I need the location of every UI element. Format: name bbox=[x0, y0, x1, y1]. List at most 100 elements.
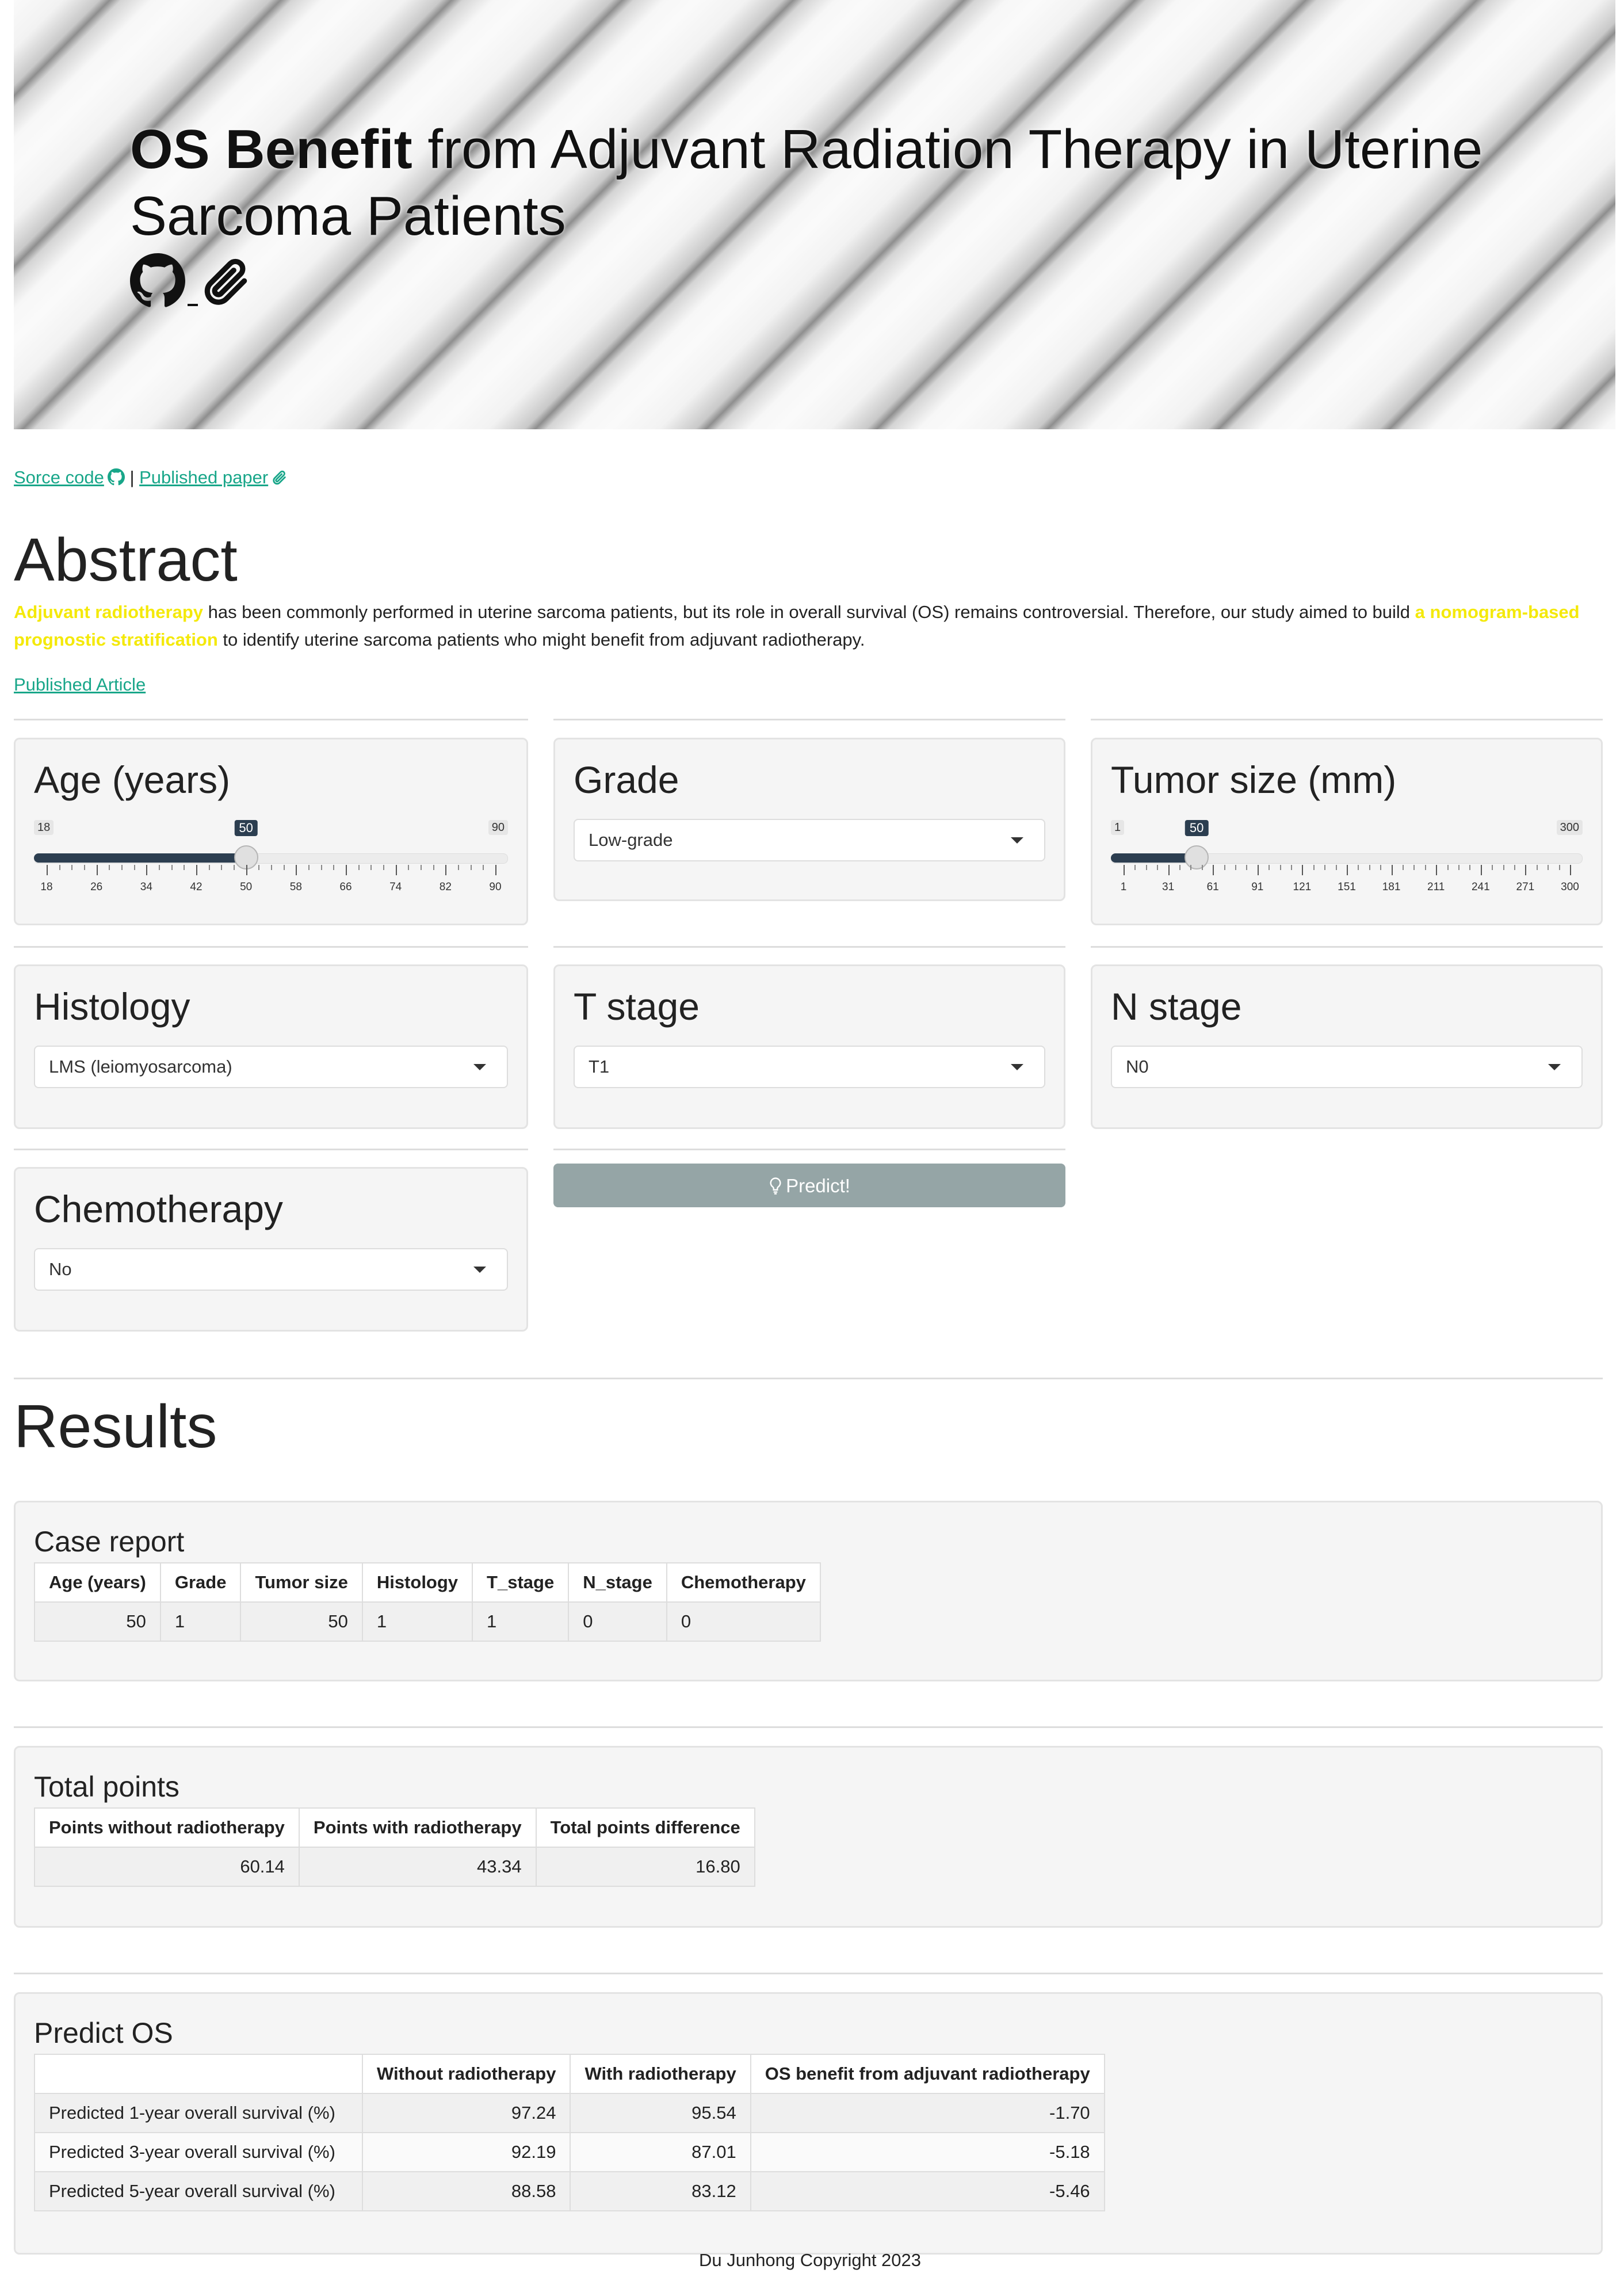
slider-minor-tick bbox=[1224, 865, 1225, 870]
grade-panel: Grade Low-grade bbox=[553, 738, 1065, 901]
slider-tick bbox=[96, 865, 98, 875]
slider-minor-tick bbox=[1558, 865, 1560, 870]
histology-select-value: LMS (leiomyosarcoma) bbox=[49, 1057, 232, 1077]
slider-minor-tick bbox=[1447, 865, 1449, 870]
slider-minor-tick bbox=[1157, 865, 1159, 870]
chevron-down-icon bbox=[1011, 1064, 1023, 1070]
t-stage-select[interactable]: T1 bbox=[574, 1046, 1045, 1088]
divider bbox=[553, 719, 1065, 720]
table-header: Chemotherapy bbox=[666, 1562, 821, 1603]
slider-minor-tick bbox=[1269, 865, 1270, 870]
source-links: Sorce code | Published paper bbox=[14, 467, 288, 490]
slider-minor-tick bbox=[133, 865, 135, 870]
slider-minor-tick bbox=[320, 865, 322, 870]
slider-tick-label: 241 bbox=[1471, 881, 1490, 893]
slider-minor-tick bbox=[308, 865, 310, 870]
slider-minor-tick bbox=[1313, 865, 1315, 870]
slider-fill bbox=[1111, 853, 1197, 863]
slider-minor-tick bbox=[258, 865, 260, 870]
slider-tick bbox=[196, 865, 197, 875]
slider-minor-tick bbox=[1335, 865, 1337, 870]
published-paper-link[interactable]: Published paper bbox=[139, 467, 268, 487]
t-stage-label: T stage bbox=[574, 985, 700, 1028]
footer-copyright: Du Junhong Copyright 2023 bbox=[698, 2250, 922, 2270]
slider-min-label: 1 bbox=[1111, 820, 1125, 835]
slider-minor-tick bbox=[1503, 865, 1504, 870]
slider-tick-label: 151 bbox=[1338, 881, 1356, 893]
slider-max-label: 90 bbox=[488, 820, 508, 835]
slider-tick-label: 271 bbox=[1516, 881, 1535, 893]
table-cell: 97.24 bbox=[361, 2093, 571, 2133]
n-stage-select[interactable]: N0 bbox=[1111, 1046, 1583, 1088]
paperclip-icon[interactable] bbox=[200, 255, 253, 308]
slider-handle[interactable] bbox=[1185, 845, 1209, 869]
slider-minor-tick bbox=[1179, 865, 1180, 870]
link-separator: | bbox=[124, 467, 140, 487]
grade-select[interactable]: Low-grade bbox=[574, 819, 1045, 861]
table-row: 60.14 43.34 16.80 bbox=[34, 1847, 755, 1887]
case-report-table: Age (years) Grade Tumor size Histology T… bbox=[34, 1562, 821, 1642]
slider-minor-tick bbox=[1324, 865, 1326, 870]
tumor-size-slider[interactable]: 1 300 50 1 31 61 91 121 151 181 211 241 271 300 bbox=[1111, 820, 1583, 893]
table-row: Predicted 3-year overall survival (%) 92… bbox=[34, 2132, 1105, 2172]
slider-tick bbox=[1302, 865, 1304, 875]
slider-minor-tick bbox=[1201, 865, 1203, 870]
age-slider[interactable]: 18 90 50 18 26 34 42 50 58 66 74 82 90 bbox=[34, 820, 508, 893]
slider-minor-tick bbox=[1246, 865, 1248, 870]
table-cell: 1 bbox=[159, 1601, 242, 1642]
chemotherapy-select[interactable]: No bbox=[34, 1248, 508, 1291]
table-cell: -1.70 bbox=[750, 2093, 1105, 2133]
title-bold: OS Benefit bbox=[130, 119, 412, 180]
slider-tick bbox=[1213, 865, 1214, 875]
histology-panel: Histology LMS (leiomyosarcoma) bbox=[14, 964, 528, 1129]
slider-tick bbox=[1257, 865, 1259, 875]
table-cell: Predicted 1-year overall survival (%) bbox=[34, 2093, 363, 2133]
table-header: With radiotherapy bbox=[570, 2054, 751, 2094]
slider-minor-tick bbox=[1514, 865, 1515, 870]
divider bbox=[1091, 946, 1603, 948]
github-icon[interactable] bbox=[130, 253, 185, 308]
slider-tick-label: 58 bbox=[289, 881, 302, 893]
link-underline bbox=[188, 304, 198, 306]
abstract-heading: Abstract bbox=[14, 526, 238, 594]
table-cell: 60.14 bbox=[34, 1847, 300, 1887]
predict-os-title: Predict OS bbox=[34, 2017, 173, 2049]
table-cell: 1 bbox=[361, 1601, 473, 1642]
slider-minor-tick bbox=[208, 865, 210, 870]
slider-tick-label: 211 bbox=[1427, 881, 1445, 893]
t-stage-select-value: T1 bbox=[589, 1057, 610, 1077]
predict-button[interactable]: Predict! bbox=[553, 1164, 1065, 1207]
chevron-down-icon bbox=[1548, 1064, 1561, 1070]
n-stage-panel: N stage N0 bbox=[1091, 964, 1603, 1129]
table-cell: Predicted 5-year overall survival (%) bbox=[34, 2171, 363, 2211]
slider-tick-label: 121 bbox=[1293, 881, 1312, 893]
table-cell: 1 bbox=[472, 1601, 570, 1642]
slider-minor-tick bbox=[271, 865, 272, 870]
slider-minor-tick bbox=[358, 865, 360, 870]
table-header: T_stage bbox=[472, 1562, 570, 1603]
slider-tick bbox=[445, 865, 447, 875]
slider-tick bbox=[495, 865, 496, 875]
slider-minor-tick bbox=[221, 865, 223, 870]
slider-tick-label: 82 bbox=[439, 881, 452, 893]
table-header bbox=[34, 2054, 363, 2094]
table-row: Predicted 1-year overall survival (%) 97… bbox=[34, 2093, 1105, 2133]
slider-value-label: 50 bbox=[1185, 820, 1209, 836]
source-code-link[interactable]: Sorce code bbox=[14, 467, 104, 487]
table-header: Points with radiotherapy bbox=[298, 1807, 537, 1848]
slider-min-label: 18 bbox=[34, 820, 54, 835]
slider-tick bbox=[1124, 865, 1125, 875]
predict-os-table: Without radiotherapy With radiotherapy O… bbox=[34, 2054, 1105, 2211]
grade-select-value: Low-grade bbox=[589, 830, 673, 850]
slider-tick-label: 90 bbox=[489, 881, 502, 893]
table-cell: 0 bbox=[568, 1601, 667, 1642]
highlight-adjuvant-radiotherapy: Adjuvant radiotherapy bbox=[14, 602, 203, 622]
table-cell: -5.46 bbox=[750, 2171, 1105, 2211]
published-article-link[interactable]: Published Article bbox=[14, 674, 146, 695]
paperclip-icon bbox=[272, 470, 288, 490]
divider bbox=[1091, 719, 1603, 720]
histology-select[interactable]: LMS (leiomyosarcoma) bbox=[34, 1046, 508, 1088]
slider-tick bbox=[296, 865, 297, 875]
slider-minor-tick bbox=[1369, 865, 1370, 870]
slider-minor-tick bbox=[1235, 865, 1236, 870]
